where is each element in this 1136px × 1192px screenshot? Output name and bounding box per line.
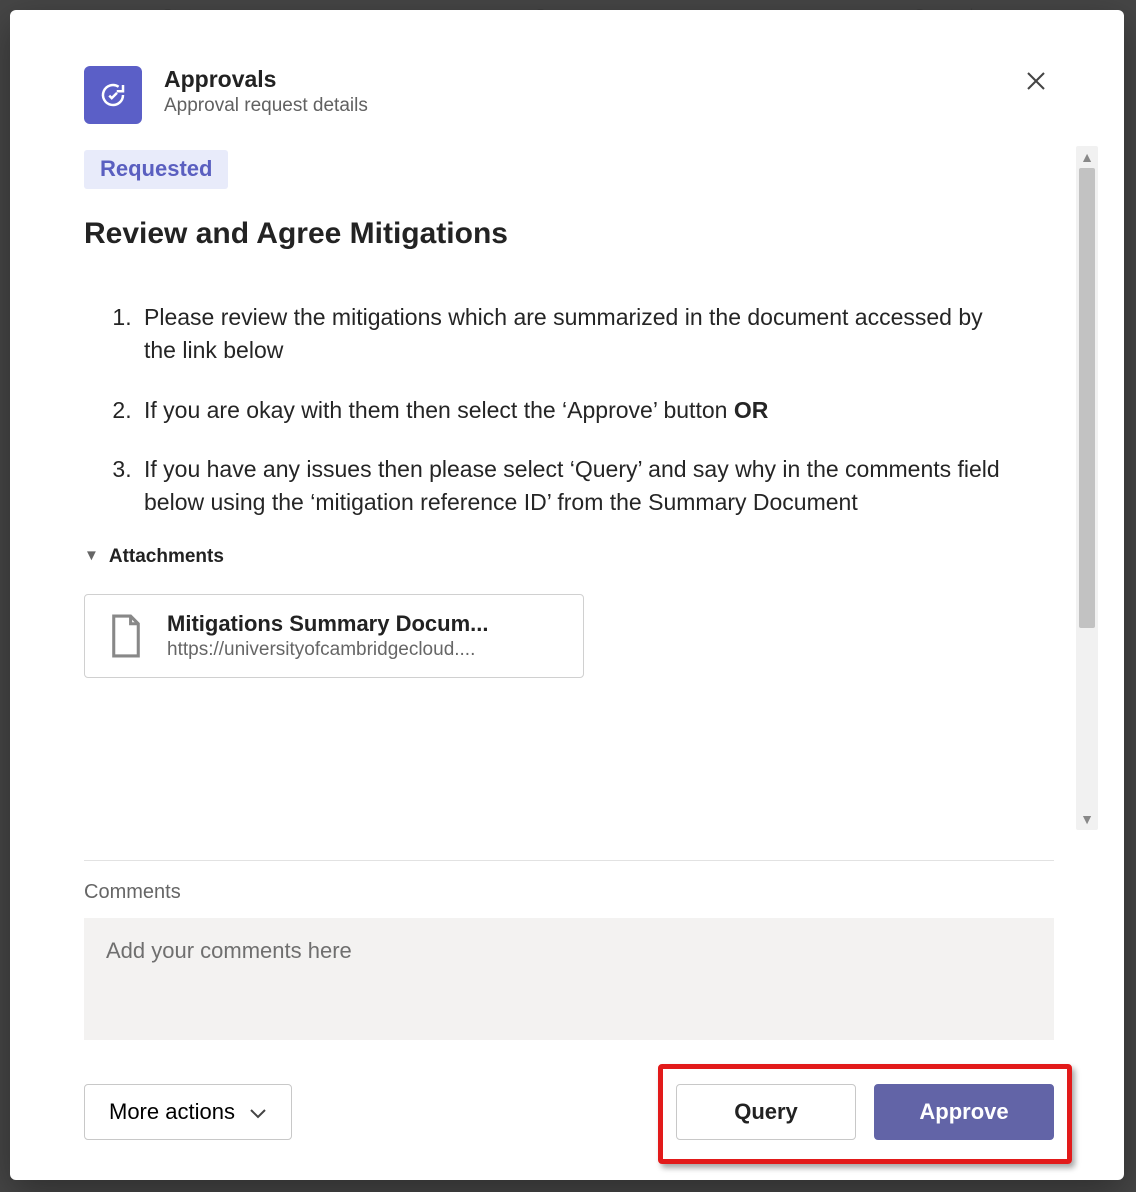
chevron-down-icon (249, 1099, 267, 1125)
scroll-up-arrow-icon[interactable]: ▲ (1076, 146, 1098, 168)
divider (84, 860, 1054, 861)
app-subtitle: Approval request details (164, 95, 368, 117)
attachment-url: https://universityofcambridgecloud.... (167, 639, 547, 661)
status-badge: Requested (84, 150, 228, 189)
attachments-section-toggle[interactable]: ▼ Attachments (84, 546, 1048, 568)
scrollbar-thumb[interactable] (1079, 168, 1095, 628)
comments-label: Comments (84, 881, 1054, 904)
document-icon (107, 613, 145, 659)
instruction-item: If you have any issues then please selec… (138, 453, 1008, 520)
instructions-list: Please review the mitigations which are … (138, 301, 1048, 520)
close-button[interactable] (1018, 64, 1054, 100)
attachments-label: Attachments (109, 546, 224, 568)
instruction-bold: OR (734, 397, 769, 423)
instruction-item: Please review the mitigations which are … (138, 301, 1008, 368)
instruction-text: Please review the mitigations which are … (144, 304, 983, 363)
request-title: Review and Agree Mitigations (84, 217, 1048, 251)
instruction-item: If you are okay with them then select th… (138, 394, 1008, 427)
more-actions-label: More actions (109, 1099, 235, 1125)
instruction-text: If you are okay with them then select th… (144, 397, 734, 423)
attachment-card[interactable]: Mitigations Summary Docum... https://uni… (84, 594, 584, 678)
query-button[interactable]: Query (676, 1084, 856, 1140)
attachment-name: Mitigations Summary Docum... (167, 611, 547, 637)
content-scrollbar[interactable]: ▲ ▼ (1076, 146, 1098, 830)
modal-footer: More actions Query Approve (84, 1084, 1054, 1140)
close-icon (1024, 69, 1048, 96)
primary-action-group: Query Approve (676, 1084, 1054, 1140)
comments-input[interactable] (84, 918, 1054, 1040)
approvals-app-icon (84, 66, 142, 124)
approval-modal: Approvals Approval request details Reque… (10, 10, 1124, 1180)
scroll-down-arrow-icon[interactable]: ▼ (1076, 808, 1098, 830)
chevron-down-icon: ▼ (84, 548, 99, 563)
app-title: Approvals (164, 66, 368, 93)
more-actions-button[interactable]: More actions (84, 1084, 292, 1140)
instruction-text: If you have any issues then please selec… (144, 456, 1000, 515)
modal-header: Approvals Approval request details (84, 66, 1054, 124)
approve-button[interactable]: Approve (874, 1084, 1054, 1140)
